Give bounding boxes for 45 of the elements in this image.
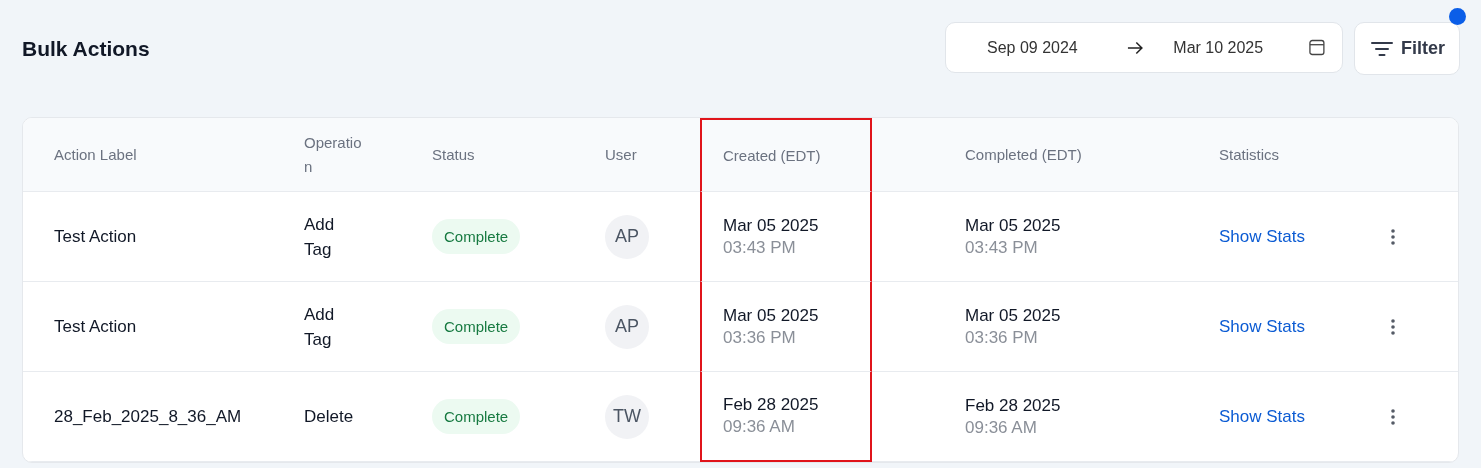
operation-text: Add Tag bbox=[304, 213, 336, 261]
created-time: 03:43 PM bbox=[723, 237, 796, 258]
user-avatar: AP bbox=[605, 214, 649, 259]
filter-button[interactable]: Filter bbox=[1354, 22, 1460, 75]
operation-text: Delete bbox=[304, 406, 355, 428]
user-avatar: TW bbox=[605, 394, 649, 439]
completed-date: Mar 05 2025 bbox=[965, 215, 1061, 236]
more-options-icon[interactable] bbox=[1391, 318, 1395, 335]
created-date: Mar 05 2025 bbox=[723, 215, 819, 236]
show-stats-link[interactable]: Show Stats bbox=[1219, 316, 1305, 337]
show-stats-link[interactable]: Show Stats bbox=[1219, 226, 1305, 247]
completed-date: Feb 28 2025 bbox=[965, 395, 1061, 416]
user-avatar: AP bbox=[605, 304, 649, 349]
action-label: 28_Feb_2025_8_36_AM bbox=[54, 406, 243, 428]
completed-time: 09:36 AM bbox=[965, 417, 1037, 438]
action-label: Test Action bbox=[54, 226, 138, 248]
filter-icon bbox=[1371, 40, 1393, 57]
page-title: Bulk Actions bbox=[22, 36, 150, 61]
completed-time: 03:36 PM bbox=[965, 327, 1038, 348]
column-header: Created (EDT) bbox=[723, 145, 821, 166]
arrow-icon bbox=[1126, 40, 1144, 55]
created-date: Feb 28 2025 bbox=[723, 395, 819, 415]
start-date[interactable]: Sep 09 2024 bbox=[987, 38, 1127, 57]
more-options-icon[interactable] bbox=[1391, 228, 1395, 245]
completed-date: Mar 05 2025 bbox=[965, 305, 1061, 326]
show-stats-link[interactable]: Show Stats bbox=[1219, 406, 1305, 427]
column-header: Completed (EDT) bbox=[965, 144, 1082, 165]
calendar-icon[interactable] bbox=[1309, 39, 1325, 56]
more-options-icon[interactable] bbox=[1391, 408, 1395, 425]
created-date: Mar 05 2025 bbox=[723, 305, 819, 326]
operation-text: Add Tag bbox=[304, 303, 336, 351]
completed-time: 03:43 PM bbox=[965, 237, 1038, 258]
status-badge: Complete bbox=[432, 309, 521, 344]
column-header: Operation bbox=[304, 132, 363, 177]
column-header: Status bbox=[432, 144, 475, 165]
status-badge: Complete bbox=[432, 399, 521, 434]
created-time: 03:36 PM bbox=[723, 327, 796, 348]
date-range-picker[interactable]: Sep 09 2024 Mar 10 2025 bbox=[945, 22, 1343, 73]
action-label: Test Action bbox=[54, 316, 138, 338]
end-date[interactable]: Mar 10 2025 bbox=[1173, 38, 1310, 57]
column-header: User bbox=[605, 144, 637, 165]
column-header: Statistics bbox=[1219, 144, 1279, 165]
status-badge: Complete bbox=[432, 219, 521, 254]
column-header: Action Label bbox=[54, 144, 137, 165]
created-time: 09:36 AM bbox=[723, 417, 795, 437]
